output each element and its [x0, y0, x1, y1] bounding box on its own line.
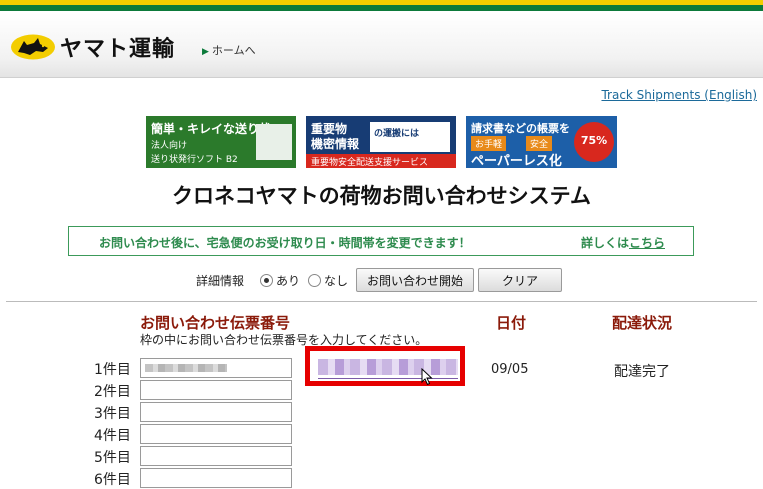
- notice-more-prefix: 詳しくは: [580, 236, 629, 250]
- notice-more: 詳しくはこちら: [581, 234, 665, 251]
- banner-2-key-card: の運搬には: [370, 122, 450, 152]
- notice-more-link[interactable]: こちら: [629, 236, 665, 250]
- tracking-number-input-4[interactable]: [140, 424, 292, 444]
- banner-2-title-line2: 機密情報: [311, 137, 360, 151]
- tracking-result-link-highlight[interactable]: [305, 346, 465, 386]
- banner-3-subtitle: ペーパーレス化: [471, 154, 562, 168]
- detail-yes-label: あり: [276, 273, 301, 288]
- tracking-number-input-6[interactable]: [140, 468, 292, 488]
- banner-1-illustration: [256, 124, 292, 160]
- notice-message: お問い合わせ後に、宅急便のお受け取り日・時間帯を変更できます！: [99, 236, 471, 250]
- green-stripe: [0, 5, 763, 11]
- site-header: ヤマト運輸 ▶ ホームへ: [0, 13, 763, 78]
- detail-yes-option[interactable]: あり: [260, 272, 300, 289]
- banner-1-subtitle: 送り状発行ソフト B2: [151, 155, 238, 165]
- detail-yes-radio[interactable]: [260, 273, 274, 287]
- banner-3-pill-easy: お手軽: [471, 136, 507, 151]
- tracking-number-input-1[interactable]: [140, 358, 292, 378]
- banner-secure-delivery[interactable]: 重要物 機密情報 の運搬には 重要物安全配送支援サービス: [306, 116, 456, 168]
- row-label-5: 5件目: [94, 450, 131, 466]
- banner-3-pill-safe: 安全: [526, 136, 553, 151]
- banner-1-tag: 法人向け: [151, 141, 188, 151]
- banner-3-title: 請求書などの帳票を: [471, 122, 570, 135]
- banner-3-badge-text: 75%: [580, 134, 608, 147]
- notice-box: お問い合わせ後に、宅急便のお受け取り日・時間帯を変更できます！ 詳しくはこちら: [68, 226, 694, 256]
- column-header-status: 配達状況: [612, 314, 673, 332]
- triangle-right-icon: ▶: [202, 47, 209, 57]
- row-label-6: 6件目: [94, 472, 131, 488]
- tracking-number-input-2[interactable]: [140, 380, 292, 400]
- column-header-number: お問い合わせ伝票番号: [140, 314, 291, 332]
- row-label-3: 3件目: [94, 406, 131, 422]
- page-title: クロネコヤマトの荷物お問い合わせシステム: [172, 184, 591, 208]
- black-cat-logo-icon: [11, 34, 55, 60]
- clear-button[interactable]: クリア: [478, 268, 563, 292]
- brand-name: ヤマト運輸: [60, 37, 176, 62]
- row-label-1: 1件目: [94, 362, 131, 378]
- detail-no-radio[interactable]: [308, 273, 322, 287]
- detail-options: 詳細情報 あり なし お問い合わせ開始 クリア: [196, 268, 563, 292]
- delivery-status: 配達完了: [614, 364, 670, 380]
- link-underline: [318, 378, 458, 379]
- track-shipments-english-link[interactable]: Track Shipments (English): [601, 88, 757, 102]
- blurred-tracking-link[interactable]: [318, 359, 458, 375]
- banner-1-title: 簡単・キレイな送り状: [151, 122, 272, 136]
- row-label-2: 2件目: [94, 384, 131, 400]
- delivery-date: 09/05: [491, 362, 529, 377]
- tracking-number-input-3[interactable]: [140, 402, 292, 422]
- home-link[interactable]: ▶ ホームへ: [202, 42, 256, 58]
- banner-b2-software[interactable]: 簡単・キレイな送り状 法人向け 送り状発行ソフト B2: [146, 116, 296, 168]
- banner-paperless[interactable]: 請求書などの帳票を お手軽 安全 ペーパーレス化 75%: [466, 116, 617, 168]
- home-link-label: ホームへ: [211, 44, 256, 57]
- banner-3-badge: 75%: [574, 122, 614, 162]
- detail-info-label: 詳細情報: [196, 273, 245, 288]
- row-label-4: 4件目: [94, 428, 131, 444]
- banner-2-subtitle: 重要物安全配送支援サービス: [311, 158, 429, 168]
- search-start-button[interactable]: お問い合わせ開始: [356, 268, 475, 292]
- top-stripe: [0, 0, 763, 13]
- tracking-number-input-5[interactable]: [140, 446, 292, 466]
- detail-no-option[interactable]: なし: [308, 272, 348, 289]
- mouse-cursor-icon: [421, 368, 433, 386]
- detail-no-label: なし: [324, 273, 349, 288]
- section-divider: [6, 301, 757, 302]
- blurred-number: [145, 364, 227, 372]
- yamato-logo[interactable]: ヤマト運輸: [10, 31, 175, 63]
- banner-2-card-text: の運搬には: [374, 129, 420, 139]
- column-header-date: 日付: [496, 314, 527, 332]
